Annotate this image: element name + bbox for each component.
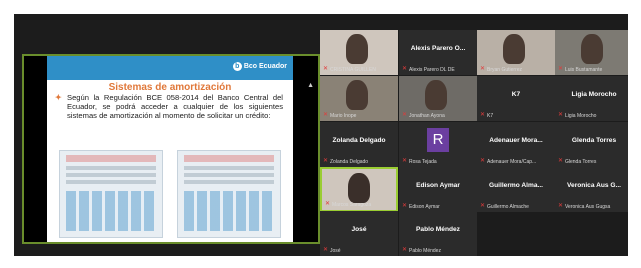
participant-label: CRISTINA GUILLEN bbox=[330, 67, 376, 73]
participant-label: Alexis Parero DL DE bbox=[409, 67, 455, 73]
participant-tile[interactable]: Veronica Aus G... ✕ Veronica Aus Gugsa bbox=[555, 167, 628, 212]
bank-logo: b Bco Ecuador bbox=[232, 62, 287, 71]
participant-label: Bryan Gutierrez bbox=[487, 67, 523, 73]
participant-name: Edison Aymar bbox=[416, 182, 460, 189]
mic-off-icon: ✕ bbox=[325, 201, 331, 207]
mic-off-icon: ✕ bbox=[323, 112, 329, 118]
mic-off-icon: ✕ bbox=[402, 66, 408, 72]
participant-avatar: R bbox=[427, 128, 449, 152]
participant-tile[interactable]: Ligia Morocho ✕ Ligia Morocho bbox=[555, 76, 628, 121]
participant-tile[interactable]: Guillermo Alma... ✕ Guillermo Almache bbox=[477, 167, 555, 212]
participant-label: K7 bbox=[487, 113, 494, 119]
participant-name: Alexis Parero O... bbox=[410, 45, 466, 52]
mic-off-icon: ✕ bbox=[558, 112, 564, 118]
participant-label: Pablo Méndez bbox=[409, 248, 441, 254]
participant-video-face bbox=[425, 80, 447, 110]
mic-off-icon: ✕ bbox=[323, 158, 329, 164]
participant-label: Glenda Torres bbox=[565, 159, 597, 165]
participant-name: José bbox=[351, 226, 367, 233]
logo-icon: b bbox=[232, 62, 242, 71]
mic-off-icon: ✕ bbox=[402, 158, 408, 164]
mic-off-icon: ✕ bbox=[558, 66, 564, 72]
participant-tile[interactable]: José ✕ José bbox=[320, 211, 398, 256]
mic-off-icon: ✕ bbox=[558, 203, 564, 209]
slide-body-text: Según la Regulación BCE 058-2014 del Ban… bbox=[67, 93, 283, 120]
mic-off-icon: ✕ bbox=[480, 158, 486, 164]
participant-name: Ligia Morocho bbox=[571, 91, 617, 98]
participant-tile[interactable]: Edison Aymar ✕ Edison Aymar bbox=[399, 167, 477, 212]
mic-off-icon: ✕ bbox=[323, 66, 329, 72]
participant-tile[interactable]: K7 ✕ K7 bbox=[477, 76, 555, 121]
participant-label: Rosa Tejada bbox=[409, 159, 437, 165]
chevron-icon[interactable]: ▲ bbox=[307, 82, 314, 89]
participant-video-face bbox=[503, 34, 525, 64]
participant-name: Veronica Aus G... bbox=[567, 182, 621, 189]
mic-off-icon: ✕ bbox=[402, 247, 408, 253]
participant-video-face bbox=[346, 34, 368, 64]
participant-label: José bbox=[330, 248, 341, 254]
mic-off-icon: ✕ bbox=[480, 112, 486, 118]
amortization-table-left bbox=[59, 150, 163, 238]
participant-tile[interactable]: ✕ Bryan Gutierrez bbox=[477, 30, 555, 75]
participant-name: Guillermo Alma... bbox=[489, 182, 543, 189]
slide-header-bar: b Bco Ecuador bbox=[47, 56, 293, 80]
participant-video-face bbox=[581, 34, 603, 64]
amortization-table-right bbox=[177, 150, 281, 238]
participant-label: Marcos Saragoza bbox=[332, 202, 372, 208]
participant-label: Edison Aymar bbox=[409, 204, 440, 210]
participant-label: Mario Inope bbox=[330, 113, 357, 119]
participant-tile[interactable]: ✕ Marcos Saragoza bbox=[320, 167, 398, 212]
participant-tile[interactable]: Alexis Parero O... ✕ Alexis Parero DL DE bbox=[399, 30, 477, 75]
participant-tile[interactable]: ✕ Luis Bustamante bbox=[555, 30, 628, 75]
participant-label: Guillermo Almache bbox=[487, 204, 529, 210]
participant-tile[interactable]: ✕ Jonathan Ayona bbox=[399, 76, 477, 121]
logo-text: Bco Ecuador bbox=[243, 63, 287, 70]
participant-tile[interactable]: Zolanda Delgado ✕ Zolanda Delgado bbox=[320, 122, 398, 167]
mic-off-icon: ✕ bbox=[323, 247, 329, 253]
meeting-window: b Bco Ecuador Sistemas de amortización ✦ … bbox=[14, 14, 628, 256]
participant-video-face bbox=[346, 80, 368, 110]
bullet-icon: ✦ bbox=[55, 93, 62, 102]
participant-tile[interactable]: R ✕ Rosa Tejada bbox=[399, 122, 477, 167]
participant-name: K7 bbox=[511, 91, 521, 98]
slide-title: Sistemas de amortización bbox=[108, 82, 232, 93]
mic-off-icon: ✕ bbox=[480, 66, 486, 72]
shared-screen[interactable]: b Bco Ecuador Sistemas de amortización ✦ … bbox=[22, 54, 320, 244]
participant-name: Glenda Torres bbox=[571, 137, 617, 144]
participant-label: Jonathan Ayona bbox=[409, 113, 445, 119]
participant-video-face bbox=[348, 173, 370, 203]
mic-off-icon: ✕ bbox=[480, 203, 486, 209]
participant-label: Zolanda Delgado bbox=[330, 159, 369, 165]
participant-name: Pablo Méndez bbox=[416, 226, 460, 233]
participant-tile[interactable]: ✕ Mario Inope bbox=[320, 76, 398, 121]
participant-tile[interactable]: ✕ CRISTINA GUILLEN bbox=[320, 30, 398, 75]
participant-name: Zolanda Delgado bbox=[332, 137, 386, 144]
participant-label: Veronica Aus Gugsa bbox=[565, 204, 611, 210]
presentation-slide: b Bco Ecuador Sistemas de amortización ✦ … bbox=[47, 56, 293, 242]
participant-label: Luis Bustamante bbox=[565, 67, 603, 73]
mic-off-icon: ✕ bbox=[558, 158, 564, 164]
participant-name: Adenauer Mora... bbox=[489, 137, 543, 144]
participant-label: Adenauer Mora/Cap... bbox=[487, 159, 537, 165]
participant-label: Ligia Morocho bbox=[565, 113, 597, 119]
participant-tile[interactable]: Glenda Torres ✕ Glenda Torres bbox=[555, 122, 628, 167]
mic-off-icon: ✕ bbox=[402, 203, 408, 209]
participant-tile[interactable]: Adenauer Mora... ✕ Adenauer Mora/Cap... bbox=[477, 122, 555, 167]
mic-off-icon: ✕ bbox=[402, 112, 408, 118]
participant-tile[interactable]: Pablo Méndez ✕ Pablo Méndez bbox=[399, 211, 477, 256]
